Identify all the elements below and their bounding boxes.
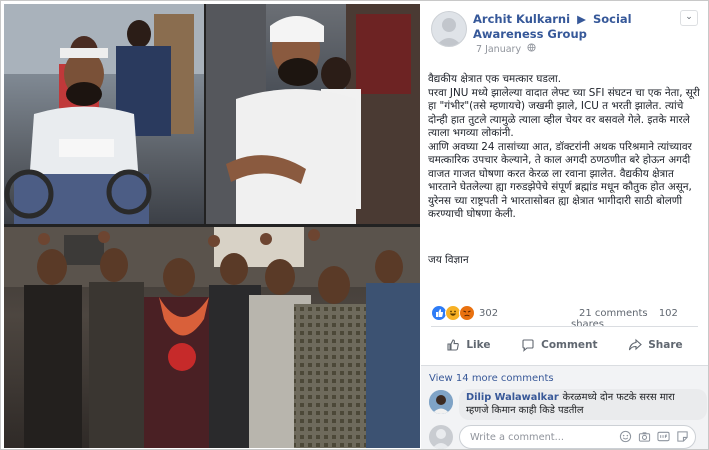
photo-bandaged-man-wheelchair[interactable] xyxy=(4,4,204,224)
post-frame: Archit Kulkarni ▶ Social Awareness Group… xyxy=(0,0,709,450)
current-user-avatar xyxy=(429,425,453,449)
comment-button[interactable]: Comment xyxy=(521,338,598,352)
post-body-line: परवा JNU मध्ये झालेल्या वादात लेफ्ट च्या… xyxy=(428,86,700,140)
comments-section: View 14 more comments Dilip Walawalkar के… xyxy=(421,365,708,449)
post-panel: Archit Kulkarni ▶ Social Awareness Group… xyxy=(421,4,708,449)
post-header: Archit Kulkarni ▶ Social Awareness Group xyxy=(473,12,683,42)
gif-icon[interactable] xyxy=(656,429,670,443)
divider xyxy=(431,326,698,327)
photo-collage[interactable] xyxy=(4,4,420,448)
sticker-icon[interactable] xyxy=(675,429,689,443)
camera-icon[interactable] xyxy=(637,429,651,443)
post-body-line: आणि अवघ्या 24 तासांच्या आत, डॉक्टरांनी अ… xyxy=(428,140,692,221)
photo-group-celebration[interactable] xyxy=(4,227,420,448)
chevron-down-icon: ⌄ xyxy=(685,12,693,22)
comment-input[interactable] xyxy=(468,429,602,446)
angry-reaction-icon xyxy=(459,305,475,321)
post-actions: Like Comment Share xyxy=(431,331,698,359)
author-name[interactable]: Archit Kulkarni xyxy=(473,12,570,26)
author-avatar[interactable] xyxy=(431,11,467,47)
share-button[interactable]: Share xyxy=(628,338,683,352)
view-more-comments-link[interactable]: View 14 more comments xyxy=(429,373,554,384)
comment-input-box[interactable] xyxy=(459,425,696,449)
post-body: वैद्यकीय क्षेत्रात एक चमत्कार घडला. परवा… xyxy=(428,73,700,222)
post-sign-off: जय विज्ञान xyxy=(428,254,469,266)
comment-bubble: Dilip Walawalkar केरळमध्ये दोन फटके सरस म… xyxy=(459,389,707,420)
commenter-name[interactable]: Dilip Walawalkar xyxy=(466,392,559,403)
share-arrow-icon xyxy=(629,338,643,351)
post-timestamp[interactable]: 7 January xyxy=(476,43,536,55)
reactions-summary[interactable]: 302 xyxy=(431,305,498,321)
comment-label: Comment xyxy=(541,339,598,351)
globe-icon xyxy=(527,43,536,55)
like-button[interactable]: Like xyxy=(446,338,490,352)
share-label: Share xyxy=(648,339,683,351)
emoji-icon[interactable] xyxy=(618,429,632,443)
arrow-right-icon: ▶ xyxy=(577,12,586,26)
post-date[interactable]: 7 January xyxy=(476,44,521,55)
like-label: Like xyxy=(466,339,491,351)
reaction-count[interactable]: 302 xyxy=(479,308,498,319)
post-options-button[interactable]: ⌄ xyxy=(680,10,698,26)
photo-bandaged-man-standing[interactable] xyxy=(206,4,420,224)
thumbs-up-icon xyxy=(447,339,460,351)
commenter-avatar[interactable] xyxy=(429,390,453,414)
comments-count[interactable]: 21 comments xyxy=(579,308,648,319)
post-body-line: वैद्यकीय क्षेत्रात एक चमत्कार घडला. xyxy=(428,73,562,85)
comment-composer xyxy=(421,425,708,449)
speech-bubble-icon xyxy=(522,339,534,352)
composer-icons xyxy=(618,429,689,443)
